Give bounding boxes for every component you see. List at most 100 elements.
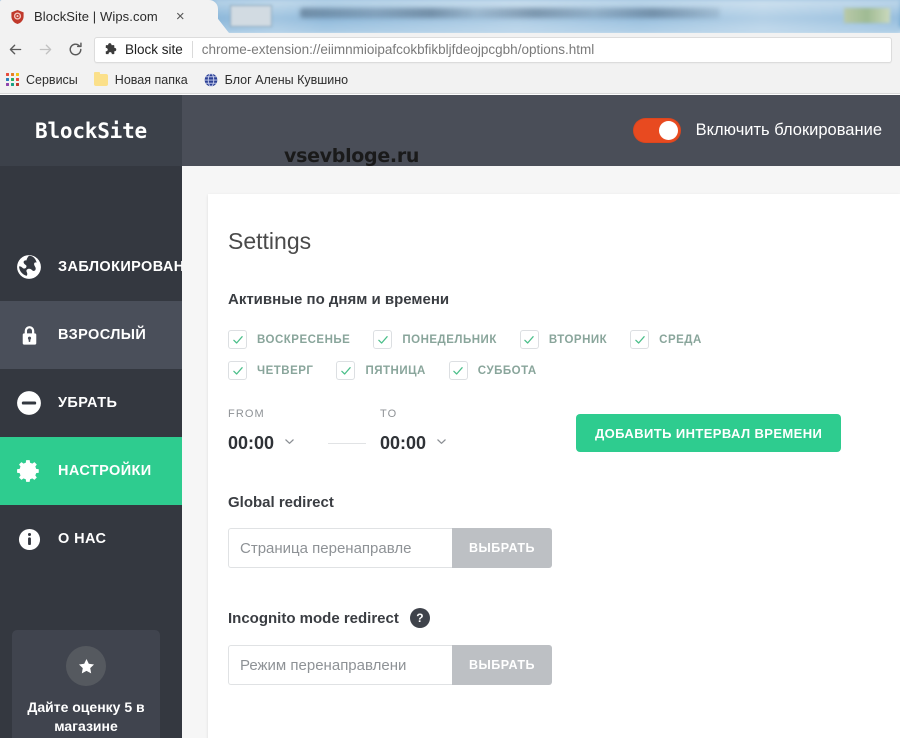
url-text: chrome-extension://eiimnmioipafcokbfikbl… xyxy=(202,42,594,57)
time-to-group: TO 00:00 xyxy=(380,408,480,454)
sidebar-item-label: УБРАТЬ xyxy=(58,395,117,411)
time-from-group: FROM 00:00 xyxy=(228,408,328,454)
global-redirect-select-button[interactable]: ВЫБРАТЬ xyxy=(452,528,552,568)
minus-circle-icon xyxy=(14,388,44,418)
time-range-separator xyxy=(328,443,366,444)
brand-text: BlockSite xyxy=(35,119,147,143)
shield-icon xyxy=(10,9,25,25)
incognito-redirect-title-row: Incognito mode redirect ? xyxy=(228,608,900,628)
blocksite-app: BlockSite ЗАБЛОКИРОВАННЫЕ САЙТЫ xyxy=(0,95,900,738)
globe-icon xyxy=(204,73,218,87)
tab-title: BlockSite | Wips.com xyxy=(34,9,158,24)
checkbox[interactable] xyxy=(449,361,468,380)
checkbox[interactable] xyxy=(336,361,355,380)
sidebar-nav: ЗАБЛОКИРОВАННЫЕ САЙТЫ ВЗРОСЛЫЙ xyxy=(0,166,182,573)
rate-card-text: Дайте оценку 5 в магазине xyxy=(20,698,152,736)
global-redirect-input[interactable] xyxy=(228,528,452,568)
chevron-down-icon xyxy=(435,435,448,453)
forward-arrow-icon xyxy=(30,35,60,65)
incognito-redirect-input[interactable] xyxy=(228,645,452,685)
close-icon[interactable]: × xyxy=(176,9,185,24)
to-time-value: 00:00 xyxy=(380,433,426,454)
toggle-knob xyxy=(659,121,678,140)
page-title: Settings xyxy=(228,228,900,255)
reload-icon[interactable] xyxy=(60,35,90,65)
sidebar-item-blocked-sites[interactable]: ЗАБЛОКИРОВАННЫЕ САЙТЫ xyxy=(0,233,182,301)
enable-blocking-toggle[interactable] xyxy=(633,118,681,143)
global-redirect-title-row: Global redirect xyxy=(228,494,900,511)
day-checkbox-friday[interactable]: ПЯТНИЦА xyxy=(336,361,425,380)
day-checkbox-sunday[interactable]: ВОСКРЕСЕНЬЕ xyxy=(228,330,350,349)
add-time-interval-button[interactable]: ДОБАВИТЬ ИНТЕРВАЛ ВРЕМЕНИ xyxy=(576,414,841,452)
app-logo: BlockSite xyxy=(0,95,182,166)
star-icon xyxy=(66,646,106,686)
incognito-redirect-title: Incognito mode redirect xyxy=(228,610,399,627)
day-checkbox-monday[interactable]: ПОНЕДЕЛЬНИК xyxy=(373,330,496,349)
bookmark-new-folder[interactable]: Новая папка xyxy=(94,73,188,87)
checkbox[interactable] xyxy=(228,330,247,349)
checkbox[interactable] xyxy=(373,330,392,349)
day-label: ПОНЕДЕЛЬНИК xyxy=(402,334,496,346)
watermark: vsevbloge.ru xyxy=(284,145,419,167)
bookmark-label: Новая папка xyxy=(115,73,188,87)
day-label: ВТОРНИК xyxy=(549,334,607,346)
info-icon xyxy=(14,524,44,554)
schedule-section-title: Активные по дням и времени xyxy=(228,291,900,308)
bookmark-services[interactable]: Сервисы xyxy=(6,73,78,87)
from-caption: FROM xyxy=(228,408,328,420)
from-time-value: 00:00 xyxy=(228,433,274,454)
checkbox[interactable] xyxy=(228,361,247,380)
sidebar-item-about[interactable]: О НАС xyxy=(0,505,182,573)
checkbox[interactable] xyxy=(630,330,649,349)
sidebar: BlockSite ЗАБЛОКИРОВАННЫЕ САЙТЫ xyxy=(0,95,182,738)
sidebar-item-label: ВЗРОСЛЫЙ xyxy=(58,327,146,343)
day-label: ПЯТНИЦА xyxy=(365,365,425,377)
puzzle-piece-icon xyxy=(104,42,119,57)
folder-icon xyxy=(94,74,108,86)
global-redirect-title: Global redirect xyxy=(228,494,334,511)
from-time-select[interactable]: 00:00 xyxy=(228,433,328,454)
sidebar-item-label: О НАС xyxy=(58,531,106,547)
global-redirect-row: ВЫБРАТЬ xyxy=(228,528,552,568)
day-label: ВОСКРЕСЕНЬЕ xyxy=(257,334,350,346)
bookmarks-bar: Сервисы Новая папка Блог Алены Кувшино xyxy=(0,66,900,94)
address-bar[interactable]: Block site chrome-extension://eiimnmioip… xyxy=(94,37,892,63)
sidebar-item-settings[interactable]: НАСТРОЙКИ xyxy=(0,437,182,505)
days-row-2: ЧЕТВЕРГ ПЯТНИЦА СУББОТА xyxy=(228,361,900,380)
days-row-1: ВОСКРЕСЕНЬЕ ПОНЕДЕЛЬНИК ВТОРНИК xyxy=(228,330,900,349)
day-label: СУББОТА xyxy=(478,365,537,377)
to-time-select[interactable]: 00:00 xyxy=(380,433,480,454)
settings-card: Settings Активные по дням и времени ВОСК… xyxy=(208,194,900,738)
incognito-redirect-select-button[interactable]: ВЫБРАТЬ xyxy=(452,645,552,685)
background-window-icon xyxy=(230,5,272,27)
back-arrow-icon[interactable] xyxy=(0,35,30,65)
lock-icon xyxy=(14,320,44,350)
day-label: СРЕДА xyxy=(659,334,702,346)
background-window-controls xyxy=(844,8,890,23)
day-checkbox-saturday[interactable]: СУББОТА xyxy=(449,361,537,380)
bookmark-label: Блог Алены Кувшино xyxy=(225,73,348,87)
enable-blocking-label: Включить блокирование xyxy=(696,121,882,140)
bookmark-blog[interactable]: Блог Алены Кувшино xyxy=(204,73,348,87)
sidebar-item-remove[interactable]: УБРАТЬ xyxy=(0,369,182,437)
incognito-redirect-row: ВЫБРАТЬ xyxy=(228,645,552,685)
gear-icon xyxy=(14,456,44,486)
chevron-down-icon xyxy=(283,435,296,453)
day-checkbox-wednesday[interactable]: СРЕДА xyxy=(630,330,702,349)
enable-blocking-control[interactable]: Включить блокирование xyxy=(633,118,882,143)
day-checkbox-thursday[interactable]: ЧЕТВЕРГ xyxy=(228,361,313,380)
rate-card[interactable]: Дайте оценку 5 в магазине xyxy=(12,630,160,738)
sidebar-item-label: НАСТРОЙКИ xyxy=(58,463,152,479)
extension-name: Block site xyxy=(125,42,192,57)
browser-tab[interactable]: BlockSite | Wips.com × xyxy=(0,0,218,33)
background-window-title xyxy=(300,8,720,18)
checkbox[interactable] xyxy=(520,330,539,349)
sidebar-item-adult[interactable]: ВЗРОСЛЫЙ xyxy=(0,301,182,369)
globe-icon xyxy=(14,252,44,282)
apps-grid-icon xyxy=(6,73,19,86)
help-icon[interactable]: ? xyxy=(410,608,430,628)
to-caption: TO xyxy=(380,408,480,420)
day-checkbox-tuesday[interactable]: ВТОРНИК xyxy=(520,330,607,349)
main-content: Settings Активные по дням и времени ВОСК… xyxy=(182,166,900,738)
omnibox-divider xyxy=(192,41,193,58)
